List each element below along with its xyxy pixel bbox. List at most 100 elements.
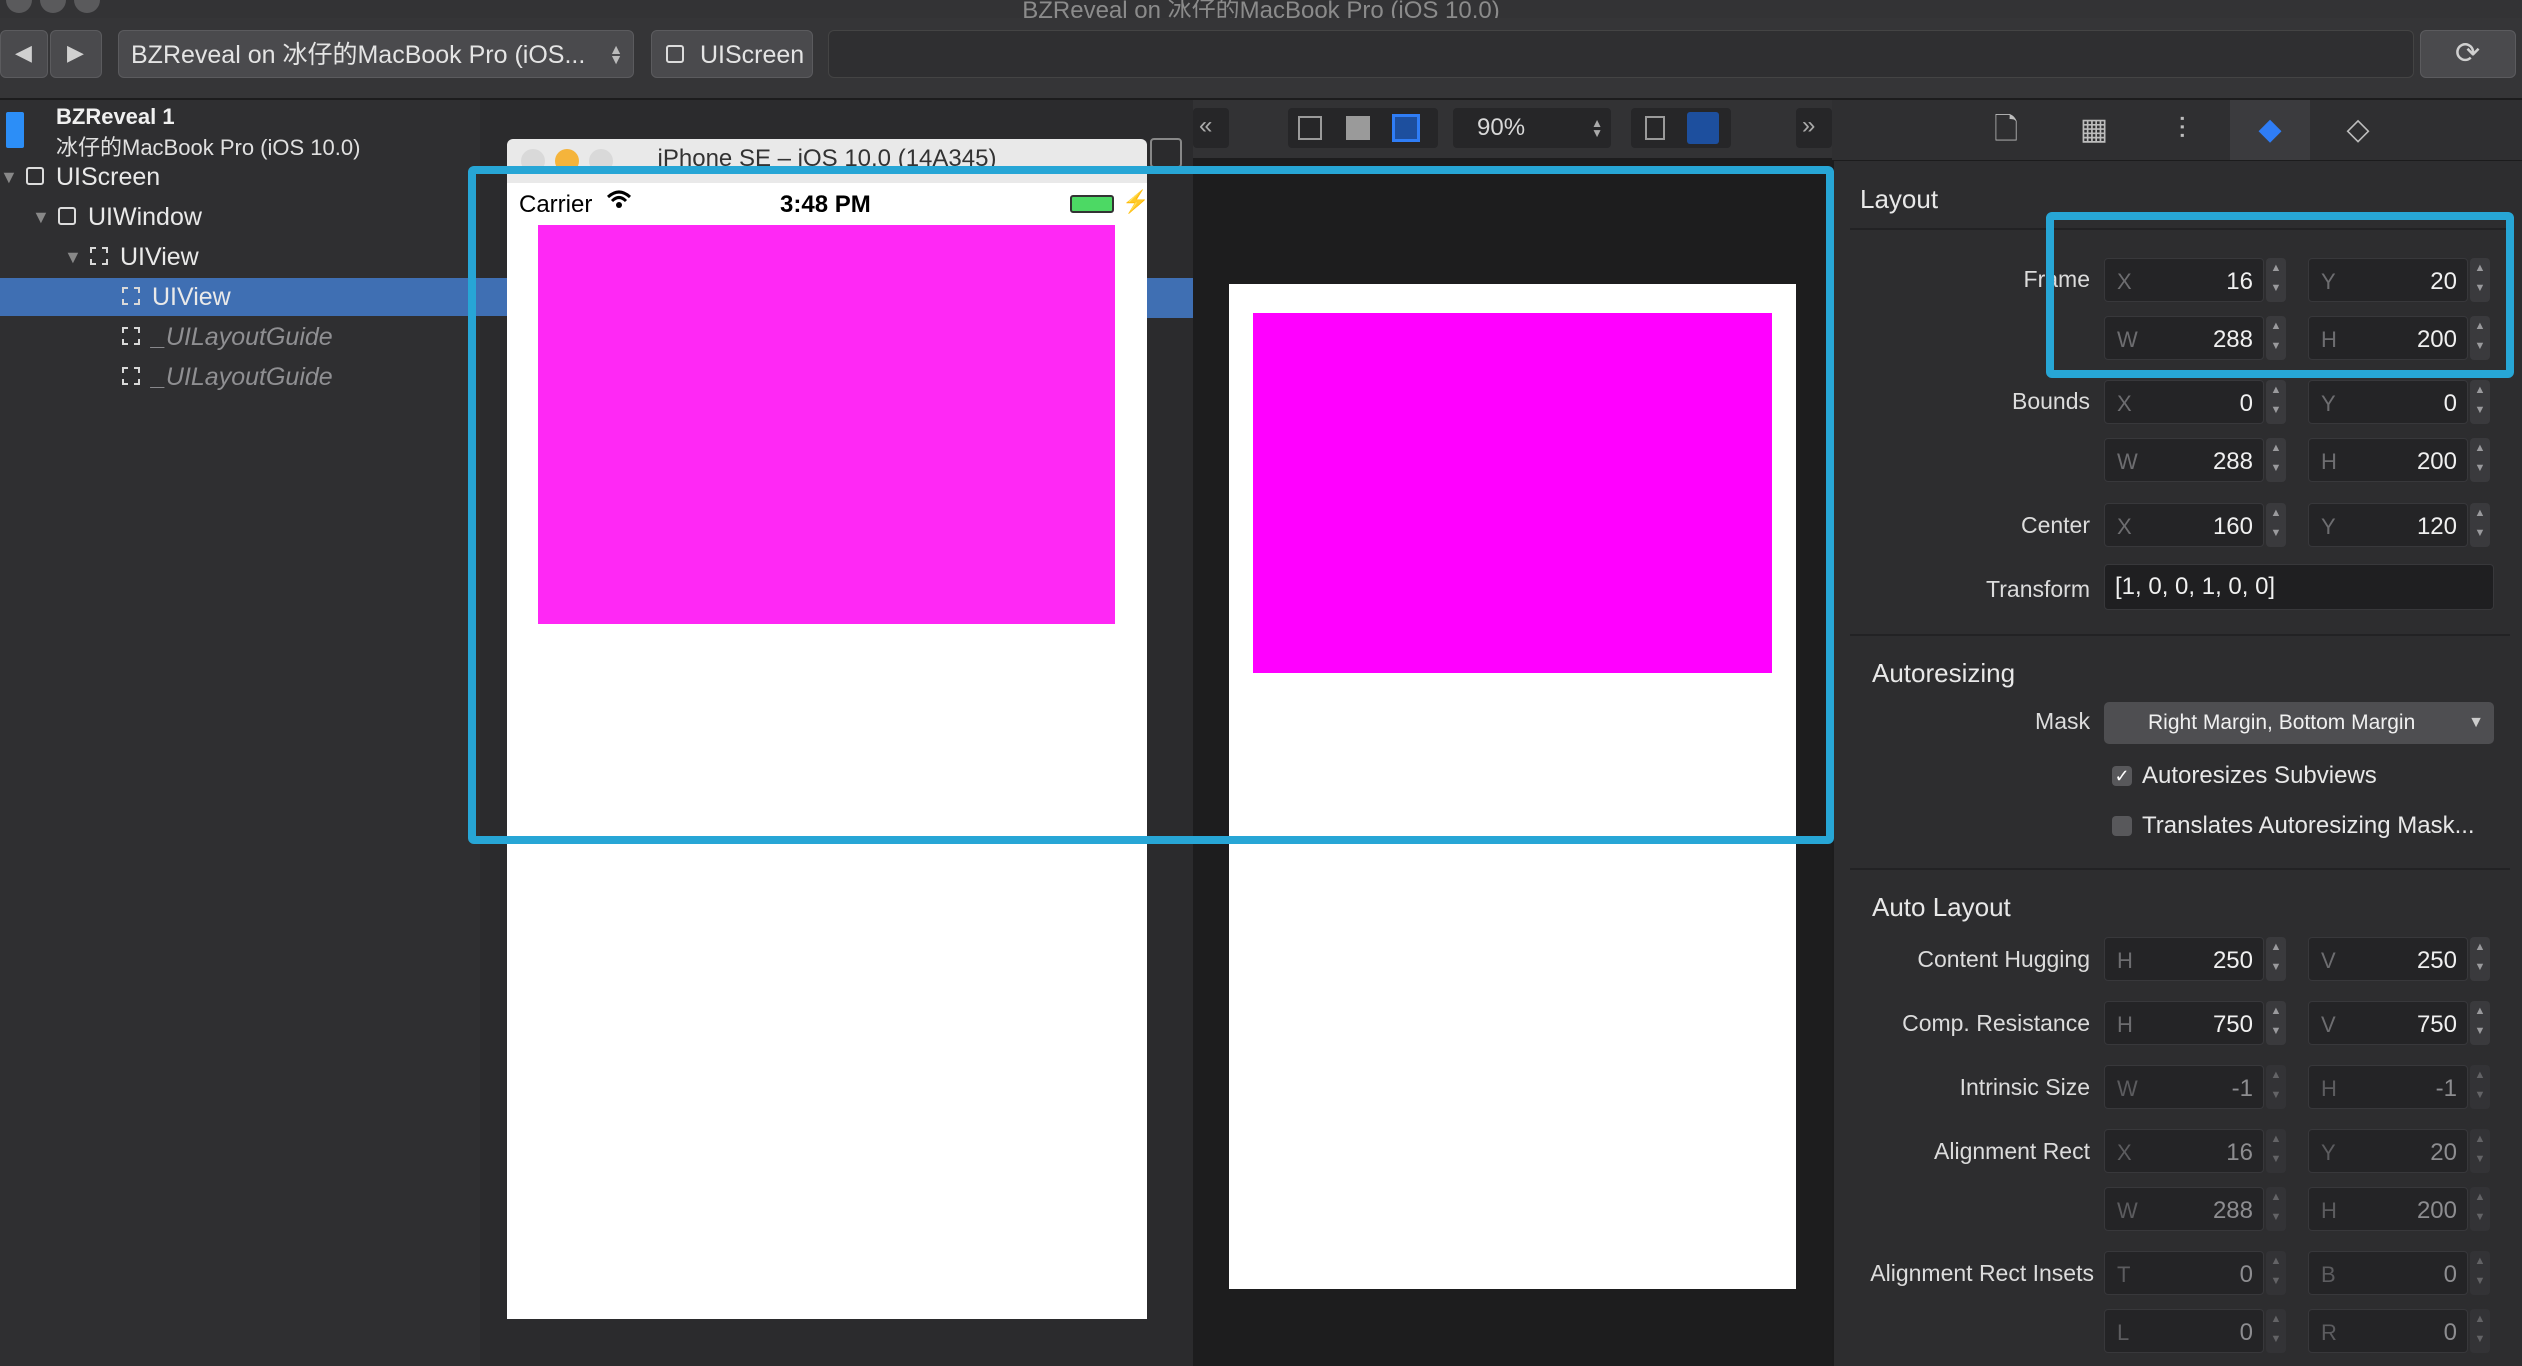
3d-view-icon[interactable] xyxy=(1687,112,1719,144)
field-value: -1 xyxy=(2435,1075,2457,1102)
collapse-left-button[interactable]: « xyxy=(1193,108,1229,148)
alignment-rect-label: Alignment Rect xyxy=(1934,1138,2090,1164)
field-value: 20 xyxy=(2430,1139,2457,1166)
device-select[interactable]: BZReveal on 冰仔的MacBook Pro (iOS... ▲ ▼ xyxy=(118,30,634,78)
view-icon xyxy=(90,247,108,265)
autoresizing-section-title: Autoresizing xyxy=(1872,658,2016,688)
layout-table-tab[interactable]: ▦ xyxy=(2054,100,2134,160)
bounds-h-stepper[interactable]: ▲ ▼ xyxy=(2470,438,2490,482)
back-button[interactable]: ◀ xyxy=(0,30,48,78)
center-y-field[interactable]: Y 120 xyxy=(2308,503,2468,547)
resistance-v-stepper[interactable]: ▲ ▼ xyxy=(2470,1001,2490,1045)
axis-label: W xyxy=(2117,449,2138,474)
bounds-x-field[interactable]: X0 xyxy=(2104,380,2264,424)
tree-row[interactable]: ▼ UIScreen xyxy=(0,158,480,196)
axis-label: H xyxy=(2321,1198,2337,1223)
resistance-h-field[interactable]: H 750 xyxy=(2104,1001,2264,1045)
disclosure-triangle-icon[interactable]: ▼ xyxy=(0,158,18,196)
center-x-stepper[interactable]: ▲ ▼ xyxy=(2266,503,2286,547)
intrinsic-w-stepper: ▲ ▼ xyxy=(2266,1065,2286,1109)
axis-label: W xyxy=(2117,1198,2138,1223)
field-value: 120 xyxy=(2416,513,2457,540)
inspector-tabs: 🗋 ▦ ⫶ ◆ ◇ xyxy=(1832,100,2522,161)
zoom-select[interactable]: 90% ▲ ▼ xyxy=(1453,108,1611,148)
file-inspector-tab[interactable]: 🗋 xyxy=(1966,100,2046,160)
wireframe-mode-icon[interactable] xyxy=(1298,116,1322,140)
field-value: 750 xyxy=(2212,1011,2253,1038)
2d-view-icon[interactable] xyxy=(1645,116,1665,140)
field-value: -1 xyxy=(2231,1075,2253,1102)
insets-l-field: L0 xyxy=(2104,1309,2264,1353)
table-icon: ▦ xyxy=(2079,113,2109,146)
auto-layout-section-title: Auto Layout xyxy=(1872,892,2011,922)
document-icon: 🗋 xyxy=(1993,113,2019,146)
field-value: 288 xyxy=(2212,1197,2253,1224)
zoom-value: 90% xyxy=(1477,114,1526,141)
axis-label: Y xyxy=(2321,391,2336,416)
window-icon xyxy=(26,167,44,185)
hugging-v-stepper[interactable]: ▲ ▼ xyxy=(2470,937,2490,981)
alignment-insets-label: Alignment Rect Insets xyxy=(1870,1260,2094,1286)
alignment-y-stepper: ▲ ▼ xyxy=(2470,1129,2490,1173)
refresh-button[interactable]: ⟳ xyxy=(2420,30,2516,78)
resistance-v-field[interactable]: V 750 xyxy=(2308,1001,2468,1045)
disclosure-triangle-icon[interactable]: ▼ xyxy=(64,238,82,276)
axis-label: Y xyxy=(2321,514,2336,539)
bounds-h-field[interactable]: H 200 xyxy=(2308,438,2468,482)
attributes-tab[interactable]: ⫶ xyxy=(2142,100,2222,160)
bounds-w-stepper[interactable]: ▲ ▼ xyxy=(2266,438,2286,482)
collapse-right-button[interactable]: » xyxy=(1796,108,1832,148)
size-inspector-tab[interactable]: ◆ xyxy=(2230,100,2310,160)
alignment-w-stepper: ▲ ▼ xyxy=(2266,1187,2286,1231)
field-value: 16 xyxy=(2226,1139,2253,1166)
intrinsic-w-field: W -1 xyxy=(2104,1065,2264,1109)
field-value: 0 xyxy=(2239,390,2253,417)
hugging-v-field[interactable]: V 250 xyxy=(2308,937,2468,981)
breadcrumb[interactable]: UIScreen xyxy=(651,30,813,78)
center-x-field[interactable]: X 160 xyxy=(2104,503,2264,547)
axis-label: H xyxy=(2321,1076,2337,1101)
hugging-h-stepper[interactable]: ▲ ▼ xyxy=(2266,937,2286,981)
translates-mask-label: Translates Autoresizing Mask... xyxy=(2142,812,2475,839)
autoresizes-subviews-label: Autoresizes Subviews xyxy=(2142,762,2377,789)
layout-section-title: Layout xyxy=(1860,184,1939,214)
updown-arrows-icon: ▲ ▼ xyxy=(609,41,623,67)
comp-resistance-label: Comp. Resistance xyxy=(1902,1010,2090,1036)
transform-label: Transform xyxy=(1986,576,2090,602)
tree-row[interactable]: ▼ UIWindow xyxy=(0,198,480,236)
autoresizes-subviews-checkbox[interactable]: ✓ xyxy=(2112,766,2132,786)
tree-row[interactable]: ▼ UIView xyxy=(0,238,480,276)
bounds-x-stepper[interactable]: ▲ ▼ xyxy=(2266,380,2286,424)
chevron-right-icon: ▶ xyxy=(67,40,84,65)
fullscreen-icon[interactable] xyxy=(1150,138,1182,168)
tree-row-label: UIWindow xyxy=(88,203,202,231)
bounds-y-stepper[interactable]: ▲ ▼ xyxy=(2470,380,2490,424)
resistance-h-stepper[interactable]: ▲ ▼ xyxy=(2266,1001,2286,1045)
both-mode-icon[interactable] xyxy=(1392,114,1420,142)
tree-row[interactable]: _UILayoutGuide xyxy=(0,358,480,396)
bounds-w-field[interactable]: W 288 xyxy=(2104,438,2264,482)
field-value: 0 xyxy=(2443,390,2457,417)
layers-tab[interactable]: ◇ xyxy=(2318,100,2398,160)
center-y-stepper[interactable]: ▲ ▼ xyxy=(2470,503,2490,547)
disclosure-triangle-icon[interactable]: ▼ xyxy=(32,198,50,236)
hugging-h-field[interactable]: H 250 xyxy=(2104,937,2264,981)
forward-button[interactable]: ▶ xyxy=(50,30,102,78)
annotation-highlight-preview xyxy=(468,166,1834,844)
field-value: 0 xyxy=(2239,1261,2253,1288)
bounds-y-field[interactable]: Y0 xyxy=(2308,380,2468,424)
insets-b-stepper: ▲ ▼ xyxy=(2470,1251,2490,1295)
intrinsic-h-field: H -1 xyxy=(2308,1065,2468,1109)
content-hugging-label: Content Hugging xyxy=(1917,946,2090,972)
transform-field[interactable]: [1, 0, 0, 1, 0, 0] xyxy=(2104,564,2494,610)
window-icon xyxy=(58,207,76,225)
bounds-label: Bounds xyxy=(2011,388,2090,414)
content-mode-icon[interactable] xyxy=(1346,116,1370,140)
mask-select[interactable]: Right Margin, Bottom Margin ▼ xyxy=(2104,702,2494,744)
tree-row[interactable]: _UILayoutGuide xyxy=(0,318,480,356)
axis-label: X xyxy=(2117,1140,2132,1165)
axis-label: T xyxy=(2117,1262,2131,1287)
double-chevron-left-icon: « xyxy=(1199,112,1213,139)
translates-mask-checkbox[interactable] xyxy=(2112,816,2132,836)
canvas-toolbar: « 90% ▲ ▼ » xyxy=(1193,100,1832,158)
